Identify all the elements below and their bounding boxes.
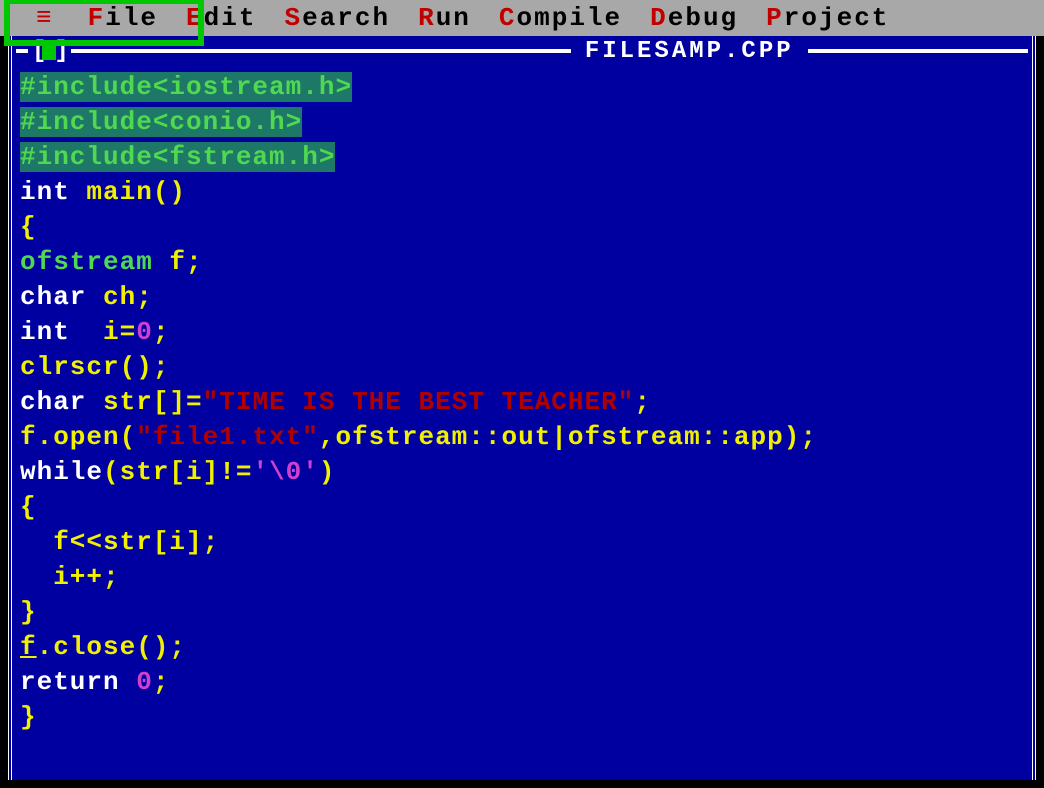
menu-compile[interactable]: Compile (499, 3, 622, 33)
code-line: f<<str[i]; (20, 525, 1024, 560)
code-line: { (20, 490, 1024, 525)
code-line: i++; (20, 560, 1024, 595)
code-line: ofstream f; (20, 245, 1024, 280)
code-editor[interactable]: #include<iostream.h> #include<conio.h> #… (12, 66, 1032, 739)
code-line: while(str[i]!='\0') (20, 455, 1024, 490)
window-filename: FILESAMP.CPP (575, 38, 804, 65)
menu-debug[interactable]: Debug (650, 3, 738, 33)
code-line: { (20, 210, 1024, 245)
code-line: return 0; (20, 665, 1024, 700)
code-line: f.close(); (20, 630, 1024, 665)
menu-edit[interactable]: Edit (186, 3, 256, 33)
code-line: } (20, 595, 1024, 630)
menu-project[interactable]: Project (766, 3, 889, 33)
code-line: int i=0; (20, 315, 1024, 350)
code-line: int main() (20, 175, 1024, 210)
code-line: #include<conio.h> (20, 105, 1024, 140)
system-menu-icon[interactable]: ≡ (36, 3, 54, 33)
code-line: #include<iostream.h> (20, 70, 1024, 105)
code-line: char ch; (20, 280, 1024, 315)
window-close-button[interactable]: [] (32, 38, 67, 65)
menu-run[interactable]: Run (418, 3, 471, 33)
code-line: clrscr(); (20, 350, 1024, 385)
editor-window: [] FILESAMP.CPP #include<iostream.h> #in… (8, 36, 1036, 780)
code-line: } (20, 700, 1024, 735)
menu-file[interactable]: File (88, 3, 158, 33)
code-line: char str[]="TIME IS THE BEST TEACHER"; (20, 385, 1024, 420)
code-line: f.open("file1.txt",ofstream::out|ofstrea… (20, 420, 1024, 455)
menu-bar: ≡ File Edit Search Run Compile Debug Pro… (0, 0, 1044, 36)
menu-search[interactable]: Search (284, 3, 390, 33)
window-title-bar: [] FILESAMP.CPP (12, 36, 1032, 66)
code-line: #include<fstream.h> (20, 140, 1024, 175)
